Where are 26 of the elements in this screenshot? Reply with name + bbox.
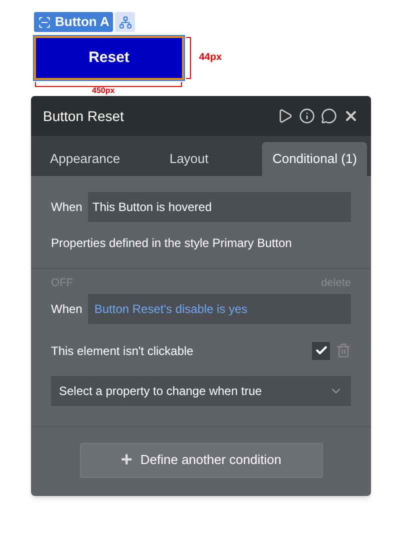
panel-tab[interactable]: Appearance: [35, 142, 135, 176]
when-label: When: [51, 300, 82, 318]
width-label: 450px: [92, 86, 115, 95]
condition-field[interactable]: Button Reset's disable is yes: [88, 294, 351, 324]
property-dropdown[interactable]: Select a property to change when true: [51, 376, 351, 406]
panel-tab[interactable]: Conditional (1): [262, 142, 367, 176]
when-label: When: [51, 199, 82, 216]
style-note: Properties defined in the style Primary Button: [51, 235, 293, 252]
height-dimension-line: [186, 37, 191, 79]
check-icon: [314, 344, 328, 357]
hierarchy-button[interactable]: [115, 12, 136, 32]
play-icon[interactable]: [277, 108, 293, 124]
property-checkbox[interactable]: [312, 342, 330, 360]
close-icon[interactable]: [343, 108, 359, 124]
condition-field[interactable]: This Button is hovered: [88, 192, 351, 222]
info-icon[interactable]: [299, 108, 315, 124]
reset-button[interactable]: Reset: [34, 36, 184, 80]
property-label: This element isn't clickable: [51, 342, 194, 360]
element-tag[interactable]: Button A: [34, 12, 114, 32]
panel-tab[interactable]: Layout: [139, 142, 239, 176]
select-icon: [38, 16, 51, 28]
panel-title: Button Reset: [43, 106, 124, 126]
hierarchy-icon: [118, 16, 132, 28]
comment-icon[interactable]: [321, 108, 337, 124]
height-label: 44px: [199, 51, 222, 65]
define-condition-button[interactable]: + Define another condition: [80, 442, 322, 478]
